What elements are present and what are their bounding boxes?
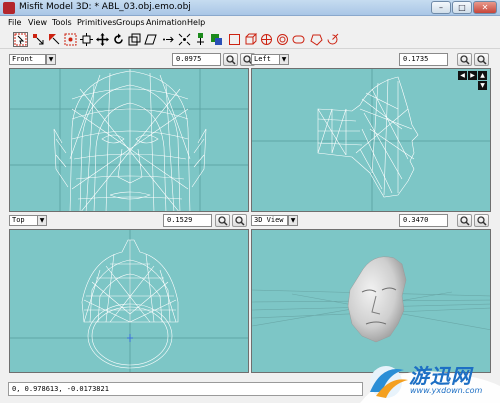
- menu-help[interactable]: Help: [187, 17, 205, 29]
- menu-bar: File View Tools Primitives Groups Animat…: [0, 17, 500, 29]
- perspective-zoom-field[interactable]: 0.3470: [399, 214, 448, 227]
- front-view-select[interactable]: Front: [9, 54, 46, 65]
- rotate-icon[interactable]: [111, 32, 126, 47]
- top-zoom-in-icon[interactable]: [215, 214, 230, 227]
- front-zoom-in-icon[interactable]: [223, 53, 238, 66]
- left-zoom-in-icon[interactable]: [457, 53, 472, 66]
- select-vertices-icon[interactable]: [31, 32, 46, 47]
- perspective-shaded-head: [252, 256, 490, 343]
- perspective-zoom-in-icon[interactable]: [457, 214, 472, 227]
- close-button[interactable]: ✕: [473, 1, 497, 14]
- shear-icon[interactable]: [143, 32, 158, 47]
- title-bar: Misfit Model 3D: * ABL_03.obj.emo.obj – …: [0, 0, 500, 16]
- menu-tools[interactable]: Tools: [52, 17, 72, 29]
- select-connected-mesh-icon[interactable]: [13, 32, 28, 47]
- left-wireframe-profile: [252, 69, 490, 211]
- create-face-icon[interactable]: [209, 32, 224, 47]
- select-faces-icon[interactable]: [47, 32, 62, 47]
- watermark-url: www.yxdown.com: [410, 386, 483, 395]
- create-rectangle-icon[interactable]: [227, 32, 242, 47]
- top-viewport[interactable]: [9, 229, 249, 373]
- perspective-zoom-out-icon[interactable]: [474, 214, 489, 227]
- create-polygon-icon[interactable]: [309, 32, 324, 47]
- toolbar: [0, 30, 500, 49]
- left-pan-up-icon[interactable]: ▲: [478, 71, 487, 80]
- menu-file[interactable]: File: [8, 17, 21, 29]
- top-zoom-field[interactable]: 0.1529: [163, 214, 212, 227]
- front-view-dropdown-icon[interactable]: ▼: [46, 54, 56, 65]
- top-view-dropdown-icon[interactable]: ▼: [37, 215, 47, 226]
- app-icon: [3, 2, 15, 14]
- minimize-button[interactable]: –: [431, 1, 451, 14]
- left-pan-left-icon[interactable]: ◀: [458, 71, 467, 80]
- left-pane: Left ▼ 0.1735 ◀ ▶ ▲ ▼: [251, 52, 491, 212]
- left-view-dropdown-icon[interactable]: ▼: [279, 54, 289, 65]
- extrude-icon[interactable]: [161, 32, 176, 47]
- select-bone-joints-icon[interactable]: [63, 32, 78, 47]
- front-viewport[interactable]: [9, 68, 249, 212]
- watermark-text: 游迅网: [409, 364, 472, 388]
- window-title: Misfit Model 3D: * ABL_03.obj.emo.obj: [19, 2, 191, 12]
- move-arrows-icon[interactable]: [95, 32, 110, 47]
- perspective-view-select[interactable]: 3D View: [251, 215, 288, 226]
- create-cylinder-icon[interactable]: [275, 32, 290, 47]
- left-zoom-field[interactable]: 0.1735: [399, 53, 448, 66]
- create-vertex-icon[interactable]: [193, 32, 208, 47]
- front-zoom-field[interactable]: 0.0975: [172, 53, 221, 66]
- maximize-button[interactable]: □: [452, 1, 472, 14]
- menu-primitives[interactable]: Primitives: [77, 17, 116, 29]
- left-pan-down-icon[interactable]: ▼: [478, 81, 487, 90]
- left-pan-right-icon[interactable]: ▶: [468, 71, 477, 80]
- perspective-viewport[interactable]: [251, 229, 491, 373]
- attract-icon[interactable]: [177, 32, 192, 47]
- create-torus-icon[interactable]: [291, 32, 306, 47]
- create-projection-icon[interactable]: [325, 32, 340, 47]
- create-ellipse-icon[interactable]: [259, 32, 274, 47]
- perspective-view-dropdown-icon[interactable]: ▼: [288, 215, 298, 226]
- top-pane: Top ▼ 0.1529: [9, 213, 250, 373]
- menu-groups[interactable]: Groups: [116, 17, 145, 29]
- scale-icon[interactable]: [127, 32, 142, 47]
- status-coordinates: 0, 0.978613, -0.0173821: [8, 382, 363, 396]
- front-pane: Front ▼ 0.0975: [9, 52, 255, 212]
- move-icon[interactable]: [79, 32, 94, 47]
- front-wireframe-head: [10, 69, 248, 211]
- create-cube-icon[interactable]: [243, 32, 258, 47]
- menu-animation[interactable]: Animation: [146, 17, 187, 29]
- left-viewport[interactable]: ◀ ▶ ▲ ▼: [251, 68, 491, 212]
- top-zoom-out-icon[interactable]: [232, 214, 247, 227]
- top-wireframe-head: [10, 230, 248, 372]
- left-zoom-out-icon[interactable]: [474, 53, 489, 66]
- perspective-pane: 3D View ▼ 0.3470: [251, 213, 491, 373]
- menu-view[interactable]: View: [28, 17, 47, 29]
